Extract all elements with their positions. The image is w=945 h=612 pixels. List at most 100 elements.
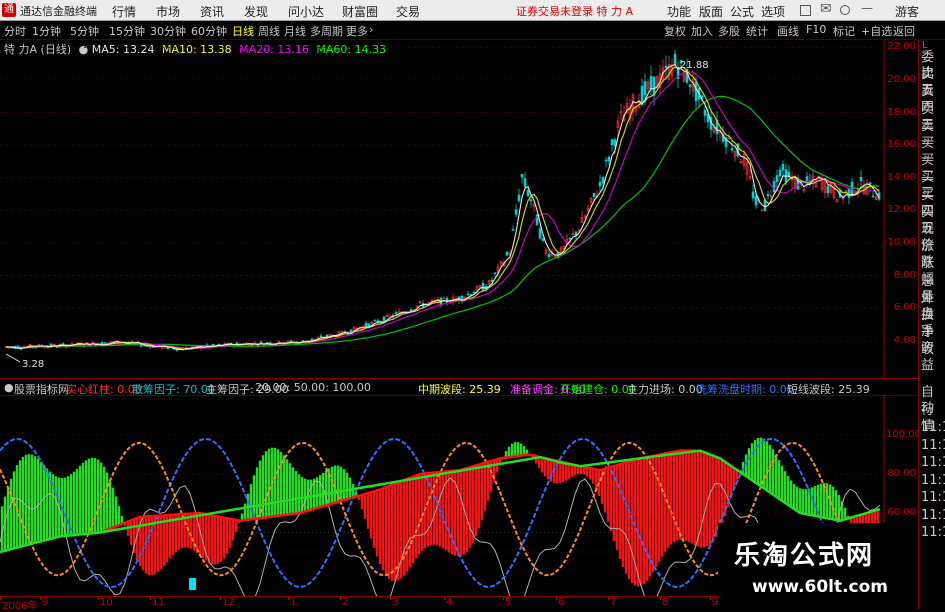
panel-item[interactable]: 11:1 bbox=[921, 455, 945, 471]
candle-body bbox=[688, 84, 692, 87]
period-fenshi[interactable]: 分时 bbox=[4, 23, 26, 39]
menu-wenxiaoda[interactable]: 问小达 bbox=[288, 3, 324, 20]
menu-zixun[interactable]: 资讯 bbox=[200, 3, 224, 20]
period-15min[interactable]: 15分钟 bbox=[109, 23, 145, 39]
period-multi[interactable]: 多周期 bbox=[310, 23, 343, 39]
period-30min[interactable]: 30分钟 bbox=[150, 23, 186, 39]
menu-faxian[interactable]: 发现 bbox=[244, 3, 268, 20]
period-1min[interactable]: 1分钟 bbox=[32, 23, 61, 39]
panel-item[interactable]: 11:1 bbox=[921, 490, 945, 506]
candle-body bbox=[592, 192, 596, 197]
window-icon[interactable] bbox=[800, 5, 811, 16]
panel-item[interactable]: 收益 bbox=[921, 342, 945, 374]
btn-jiaru[interactable]: 加入 bbox=[691, 23, 713, 39]
candle-body bbox=[523, 178, 527, 187]
date-tick-mark bbox=[340, 597, 341, 600]
ma10-line bbox=[5, 66, 880, 350]
date-tick-mark bbox=[390, 597, 391, 600]
price-tick: 6.00 bbox=[893, 302, 916, 314]
panel-item[interactable]: 11:1 bbox=[921, 420, 945, 436]
panel-item[interactable]: 11:1 bbox=[921, 525, 945, 541]
btn-fanhui[interactable]: 返回 bbox=[893, 23, 915, 39]
menu-jiaoyi[interactable]: 交易 bbox=[396, 3, 420, 20]
menu-xuanxiang[interactable]: 选项 bbox=[761, 3, 785, 20]
period-daily[interactable]: 日线 bbox=[232, 23, 254, 39]
candle-body bbox=[442, 297, 446, 299]
high-price-label: 21.88 bbox=[680, 60, 709, 71]
candle-body bbox=[787, 171, 791, 177]
btn-biaoji[interactable]: 标记 bbox=[833, 23, 855, 39]
menu-hangqing[interactable]: 行情 bbox=[112, 3, 136, 20]
date-tick: 4 bbox=[446, 597, 453, 608]
candle-body bbox=[754, 195, 758, 206]
candle-body bbox=[235, 342, 239, 345]
indicator-tick: 60.00 bbox=[887, 507, 916, 518]
ma60-line bbox=[5, 95, 880, 349]
watermark: 乐淘公式网 www.60lt.com bbox=[718, 523, 918, 609]
panel-item[interactable]: 11:1 bbox=[921, 438, 945, 454]
candle-body bbox=[859, 176, 863, 182]
panel-item[interactable]: 11:1 bbox=[921, 508, 945, 524]
candle-body bbox=[61, 343, 65, 345]
candle-body bbox=[511, 229, 515, 231]
panel-item[interactable]: 11:1 bbox=[921, 473, 945, 489]
minimize-icon[interactable]: — bbox=[861, 1, 873, 15]
date-tick: 2 bbox=[342, 597, 349, 608]
candles bbox=[4, 49, 881, 352]
candle-body bbox=[394, 312, 398, 314]
price-tick: 14.00 bbox=[887, 171, 916, 183]
menu-shichang[interactable]: 市场 bbox=[156, 3, 180, 20]
btn-f10[interactable]: F10 bbox=[806, 23, 826, 36]
candle-body bbox=[847, 187, 851, 198]
candle-body bbox=[640, 85, 644, 105]
period-toolbar: 分时 1分钟 5分钟 15分钟 30分钟 60分钟 日线 周线 月线 多周期 更… bbox=[0, 21, 945, 40]
candle-body bbox=[568, 237, 572, 240]
menu-banmian[interactable]: 版面 bbox=[699, 3, 723, 20]
period-60min[interactable]: 60分钟 bbox=[191, 23, 227, 39]
date-tick: 10 bbox=[100, 597, 113, 608]
btn-fuquan[interactable]: 复权 bbox=[664, 23, 686, 39]
date-tick: 5 bbox=[505, 597, 512, 608]
indicator-dot-icon[interactable]: ● bbox=[4, 381, 14, 394]
candle-body bbox=[547, 253, 551, 258]
date-tick-mark bbox=[660, 597, 661, 600]
visitor-label[interactable]: 游客 bbox=[895, 3, 919, 20]
candle-body bbox=[781, 164, 785, 171]
candle-body bbox=[259, 341, 263, 344]
app-name: 通达信金融终端 bbox=[20, 5, 97, 18]
chevron-right-icon[interactable]: › bbox=[369, 23, 373, 36]
period-monthly[interactable]: 月线 bbox=[284, 23, 306, 39]
price-tick: 10.00 bbox=[887, 236, 916, 248]
candle-body bbox=[664, 65, 668, 69]
menu-caifuquan[interactable]: 财富圈 bbox=[342, 3, 378, 20]
candle-body bbox=[673, 53, 677, 65]
btn-duogu[interactable]: 多股 bbox=[718, 23, 740, 39]
candle-body bbox=[409, 309, 413, 312]
candle-body bbox=[730, 148, 734, 151]
envelope-icon[interactable]: ✉ bbox=[820, 1, 832, 17]
candle-body bbox=[604, 159, 608, 162]
date-tick-mark bbox=[220, 597, 221, 600]
low-price-label: 3.28 bbox=[22, 359, 44, 370]
period-weekly[interactable]: 周线 bbox=[258, 23, 280, 39]
btn-zixuan[interactable]: +自选 bbox=[861, 23, 892, 39]
btn-huaxian[interactable]: 画线 bbox=[777, 23, 799, 39]
menu-gongshi[interactable]: 公式 bbox=[730, 3, 754, 20]
price-tick: 16.00 bbox=[887, 139, 916, 151]
date-tick-mark bbox=[40, 597, 41, 600]
candle-body bbox=[490, 280, 494, 282]
candle-body bbox=[505, 251, 509, 256]
date-tick-mark bbox=[288, 597, 289, 600]
candle-body bbox=[868, 182, 872, 185]
help-icon[interactable] bbox=[840, 5, 850, 15]
btn-tongji[interactable]: 统计 bbox=[746, 23, 768, 39]
period-more[interactable]: 更多 bbox=[346, 23, 368, 39]
candle-body bbox=[643, 81, 647, 96]
period-5min[interactable]: 5分钟 bbox=[70, 23, 99, 39]
date-tick-mark bbox=[0, 597, 1, 600]
price-tick: 8.00 bbox=[893, 269, 916, 281]
menu-gongneng[interactable]: 功能 bbox=[667, 3, 691, 20]
price-chart[interactable]: 21.88 3.28 bbox=[0, 40, 918, 378]
candle-body bbox=[826, 185, 830, 194]
candle-body bbox=[541, 238, 545, 241]
